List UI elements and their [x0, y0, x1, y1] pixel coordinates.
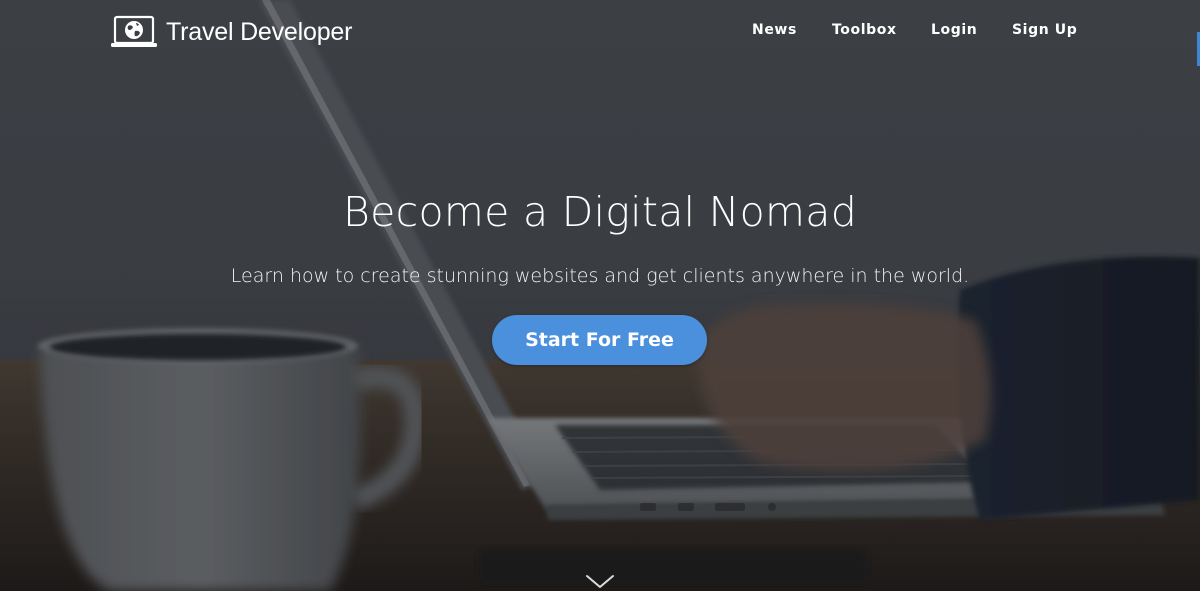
hero-subtitle: Learn how to create stunning websites an… — [230, 265, 970, 287]
hero-section: Travel Developer News Toolbox Login Sign… — [0, 0, 1200, 591]
nav-news-link[interactable]: News — [752, 22, 797, 38]
laptop-globe-icon — [110, 15, 158, 49]
hero-title: Become a Digital Nomad — [342, 188, 858, 236]
nav-signup-link[interactable]: Sign Up — [1012, 22, 1077, 38]
chevron-down-icon[interactable] — [583, 570, 617, 591]
nav-login-link[interactable]: Login — [931, 22, 977, 38]
brand-logo-link[interactable]: Travel Developer — [110, 14, 352, 50]
start-for-free-button[interactable]: Start For Free — [492, 315, 707, 365]
top-navbar: Travel Developer News Toolbox Login Sign… — [0, 0, 1200, 64]
background-overlay — [0, 0, 1200, 591]
brand-name: Travel Developer — [166, 17, 353, 46]
nav-toolbox-link[interactable]: Toolbox — [832, 22, 897, 38]
